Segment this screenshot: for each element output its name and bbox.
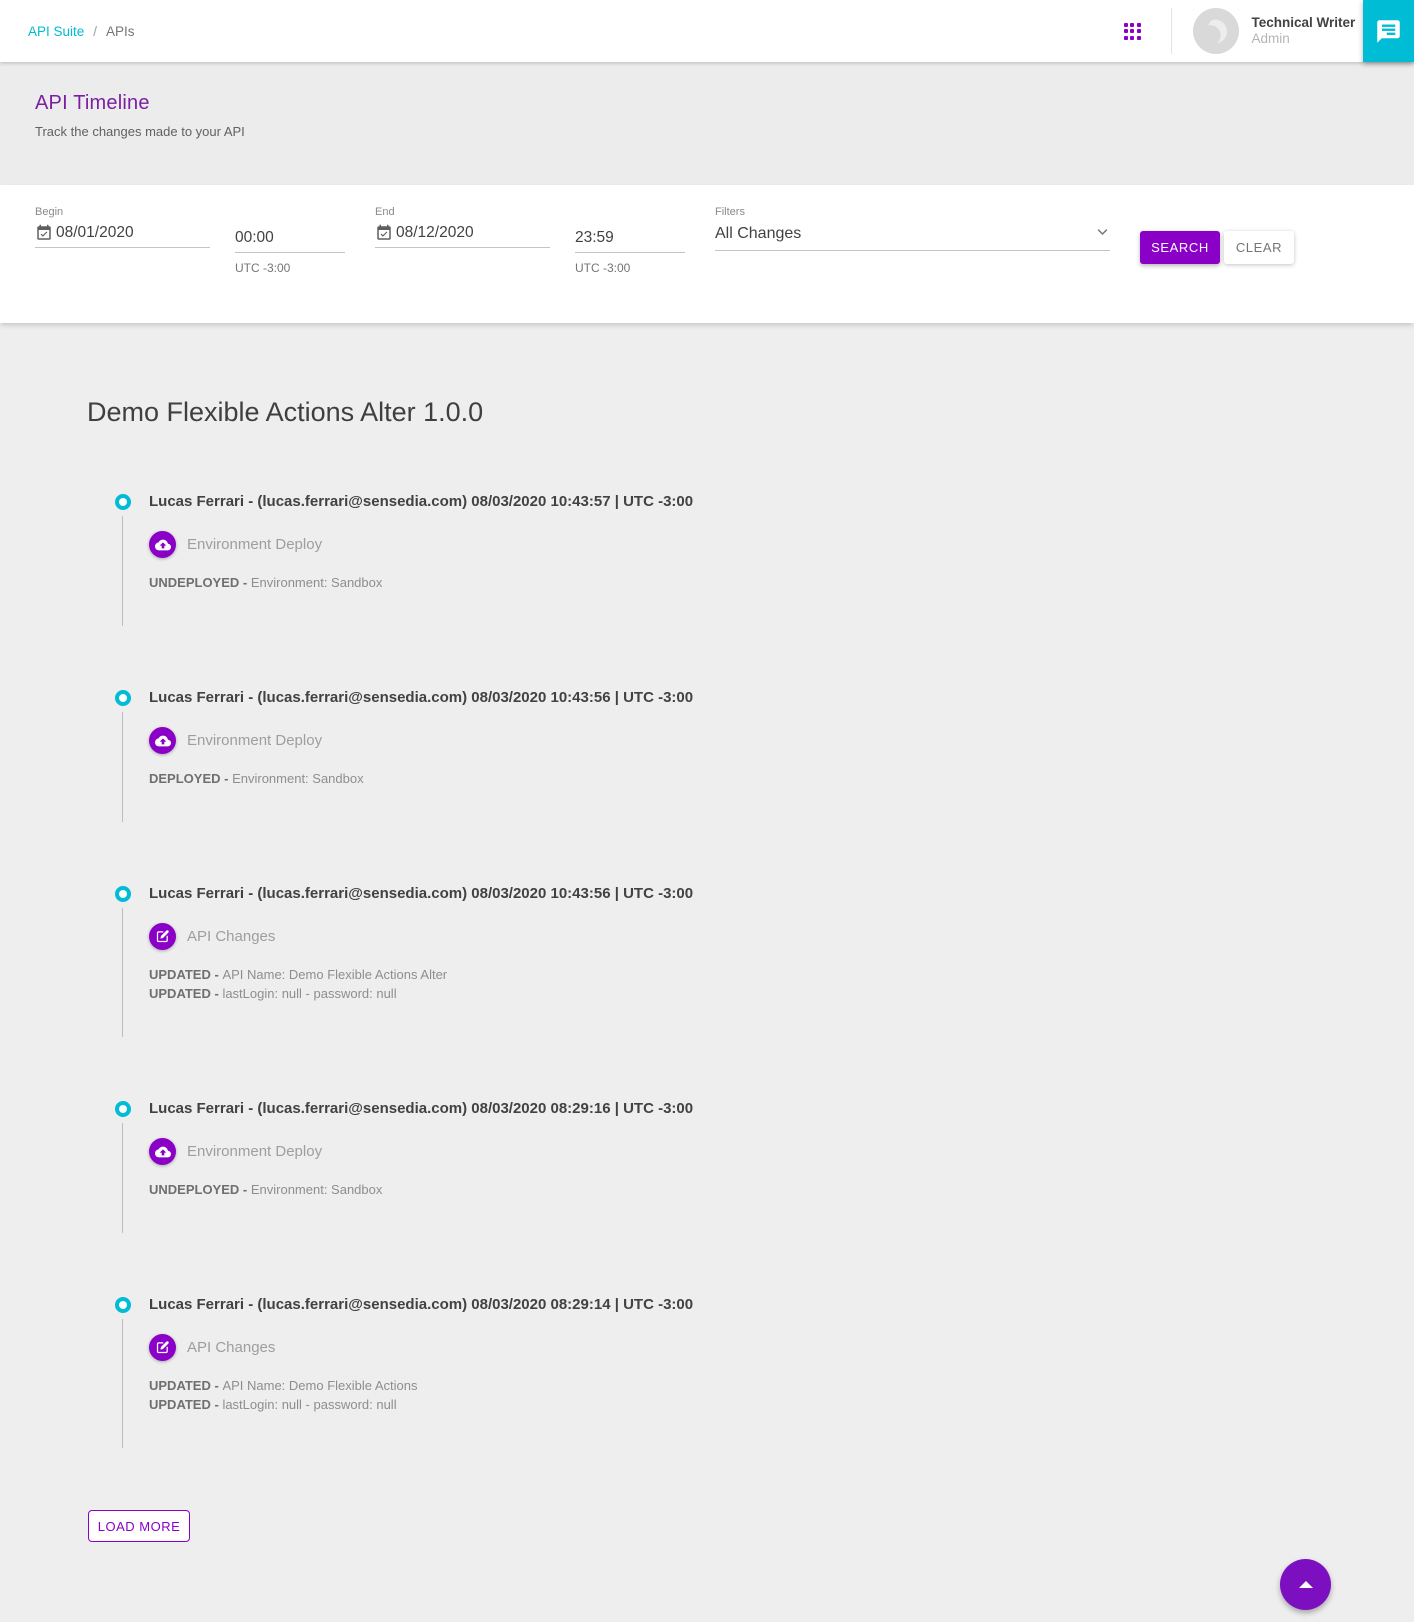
timeline-item: Lucas Ferrari - (lucas.ferrari@sensedia.… [122, 1295, 1414, 1510]
sensedia-logo-icon [1193, 8, 1239, 54]
user-role: Admin [1252, 31, 1380, 47]
entry-type-row: API Changes [149, 923, 1414, 950]
cloud-upload-icon [149, 727, 176, 754]
load-more-button[interactable]: LOAD MORE [88, 1510, 190, 1542]
entry-details: DEPLOYED - Environment: Sandbox [149, 769, 1414, 788]
edit-icon [149, 1334, 176, 1361]
scroll-top-fab[interactable] [1280, 1559, 1331, 1610]
entry-details: UPDATED - API Name: Demo Flexible Action… [149, 1376, 1414, 1414]
entry-type-row: API Changes [149, 1334, 1414, 1361]
entry-detail-line: UPDATED - API Name: Demo Flexible Action… [149, 965, 1414, 984]
entry-type-label: API Changes [187, 928, 275, 945]
begin-time-group: UTC -3:00 [235, 206, 345, 275]
calendar-check-icon[interactable] [375, 224, 393, 242]
page-title: API Timeline [35, 92, 1414, 115]
filters-label: Filters [715, 206, 1110, 218]
search-button[interactable]: SEARCH [1140, 231, 1220, 264]
begin-date-group: Begin [35, 206, 210, 248]
user-name: Technical Writer [1252, 15, 1380, 31]
entry-header: Lucas Ferrari - (lucas.ferrari@sensedia.… [149, 688, 1414, 708]
entry-type-label: Environment Deploy [187, 1143, 322, 1160]
api-title: Demo Flexible Actions Alter 1.0.0 [87, 396, 1414, 428]
filters-select-group: Filters All Changes [715, 206, 1110, 251]
filter-bar: Begin UTC -3:00 End UTC -3:00 Filters [0, 185, 1414, 323]
timeline-bullet-icon [115, 1101, 131, 1117]
entry-detail-line: UNDEPLOYED - Environment: Sandbox [149, 1180, 1414, 1199]
entry-header: Lucas Ferrari - (lucas.ferrari@sensedia.… [149, 1099, 1414, 1119]
entry-type-label: Environment Deploy [187, 732, 322, 749]
avatar[interactable] [1193, 8, 1239, 54]
breadcrumb: API Suite / APIs [28, 24, 135, 39]
apps-grid-icon[interactable] [1124, 23, 1141, 40]
user-block: Technical Writer Admin [1252, 15, 1380, 47]
end-time-group: UTC -3:00 [575, 206, 685, 275]
breadcrumb-link-api-suite[interactable]: API Suite [28, 24, 84, 39]
timeline-section: Demo Flexible Actions Alter 1.0.0 Lucas … [0, 323, 1414, 1542]
hero-section: API Timeline Track the changes made to y… [0, 62, 1414, 185]
app-header: API Suite / APIs Technical Writer Admin [0, 0, 1414, 62]
begin-timezone: UTC -3:00 [235, 261, 345, 275]
header-divider [1171, 8, 1172, 54]
arrow-up-icon [1299, 1581, 1313, 1588]
chevron-down-icon [1095, 224, 1110, 244]
edit-icon [149, 923, 176, 950]
chat-button[interactable] [1363, 0, 1414, 62]
entry-details: UNDEPLOYED - Environment: Sandbox [149, 573, 1414, 592]
entry-details: UPDATED - API Name: Demo Flexible Action… [149, 965, 1414, 1003]
timeline-bullet-icon [115, 690, 131, 706]
timeline-list: Lucas Ferrari - (lucas.ferrari@sensedia.… [122, 492, 1414, 1510]
filters-select-value: All Changes [715, 225, 801, 243]
begin-date-input[interactable] [56, 224, 210, 242]
entry-details: UNDEPLOYED - Environment: Sandbox [149, 1180, 1414, 1199]
entry-header: Lucas Ferrari - (lucas.ferrari@sensedia.… [149, 884, 1414, 904]
entry-header: Lucas Ferrari - (lucas.ferrari@sensedia.… [149, 492, 1414, 512]
entry-detail-line: DEPLOYED - Environment: Sandbox [149, 769, 1414, 788]
entry-type-label: Environment Deploy [187, 536, 322, 553]
end-label: End [375, 206, 550, 218]
entry-detail-line: UPDATED - lastLogin: null - password: nu… [149, 984, 1414, 1003]
entry-type-row: Environment Deploy [149, 727, 1414, 754]
calendar-check-icon[interactable] [35, 224, 53, 242]
chat-icon [1375, 18, 1402, 45]
entry-detail-line: UPDATED - API Name: Demo Flexible Action… [149, 1376, 1414, 1395]
entry-type-row: Environment Deploy [149, 531, 1414, 558]
begin-time-input[interactable] [235, 229, 345, 247]
end-time-input[interactable] [575, 229, 685, 247]
end-timezone: UTC -3:00 [575, 261, 685, 275]
entry-type-label: API Changes [187, 1339, 275, 1356]
entry-detail-line: UPDATED - lastLogin: null - password: nu… [149, 1395, 1414, 1414]
timeline-item: Lucas Ferrari - (lucas.ferrari@sensedia.… [122, 884, 1414, 1099]
timeline-bullet-icon [115, 1297, 131, 1313]
end-date-input[interactable] [396, 224, 550, 242]
timeline-bullet-icon [115, 494, 131, 510]
begin-label: Begin [35, 206, 210, 218]
timeline-item: Lucas Ferrari - (lucas.ferrari@sensedia.… [122, 492, 1414, 688]
entry-type-row: Environment Deploy [149, 1138, 1414, 1165]
entry-detail-line: UNDEPLOYED - Environment: Sandbox [149, 573, 1414, 592]
breadcrumb-current: APIs [106, 24, 135, 39]
breadcrumb-separator: / [93, 24, 97, 39]
cloud-upload-icon [149, 531, 176, 558]
page-subtitle: Track the changes made to your API [35, 124, 1414, 139]
timeline-bullet-icon [115, 886, 131, 902]
end-date-group: End [375, 206, 550, 248]
filters-select[interactable]: All Changes [715, 218, 1110, 251]
timeline-item: Lucas Ferrari - (lucas.ferrari@sensedia.… [122, 688, 1414, 884]
entry-header: Lucas Ferrari - (lucas.ferrari@sensedia.… [149, 1295, 1414, 1315]
cloud-upload-icon [149, 1138, 176, 1165]
clear-button[interactable]: CLEAR [1224, 231, 1294, 264]
timeline-item: Lucas Ferrari - (lucas.ferrari@sensedia.… [122, 1099, 1414, 1295]
